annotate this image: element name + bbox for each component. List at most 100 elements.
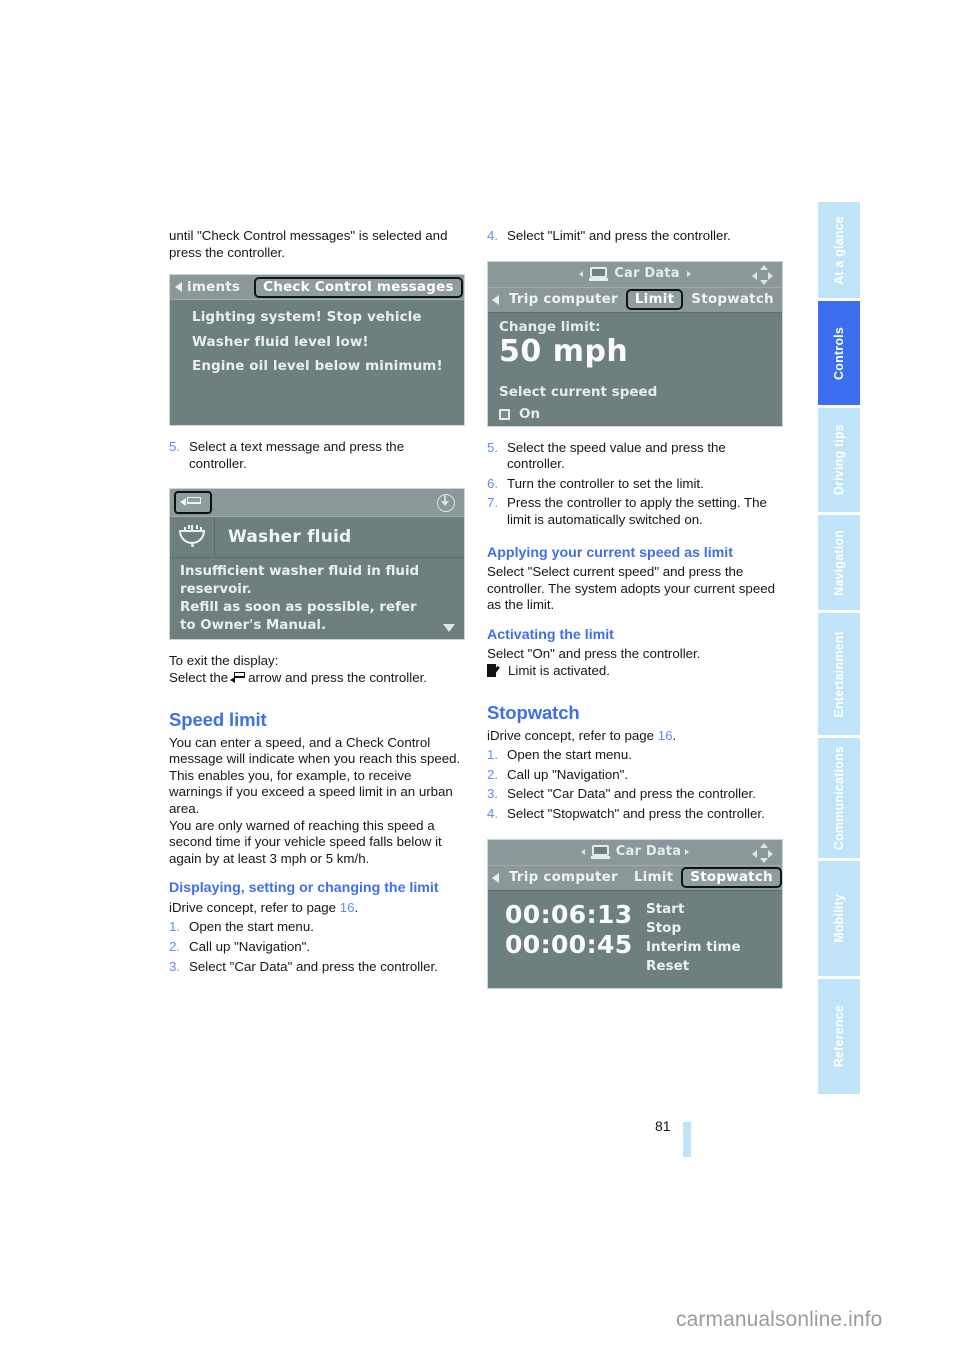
limit-value[interactable]: 50 mph (499, 334, 782, 370)
sidebar-item-navigation[interactable]: Navigation (818, 515, 860, 610)
stopwatch-interim-time: 00:00:45 (505, 929, 633, 959)
step-number: 3. (169, 958, 181, 974)
step-text: Select the speed value and press the con… (507, 439, 726, 472)
list-item: 6. Turn the controller to set the limit. (487, 476, 783, 493)
check-control-message-list: Lighting system! Stop vehicle Washer flu… (170, 300, 464, 426)
step-number: 3. (487, 786, 499, 802)
subsection-displaying-setting-limit: Displaying, setting or changing the limi… (169, 880, 439, 897)
right-column: 4. Select "Limit" and press the controll… (487, 228, 783, 989)
tab-stopwatch[interactable]: Stopwatch (681, 867, 782, 888)
triangle-left-small-icon[interactable] (580, 849, 585, 855)
sidebar-item-at-a-glance[interactable]: At a glance (818, 202, 860, 298)
scroll-down-icon[interactable] (443, 624, 455, 633)
message-line: Insufficient washer fluid in fluid (180, 564, 420, 580)
sidebar-item-controls[interactable]: Controls (818, 301, 860, 405)
sidebar-item-label: Driving tips (831, 424, 846, 496)
sidebar-item-communications[interactable]: Communications (818, 738, 860, 858)
exit-note-line1: To exit the display: (169, 653, 279, 669)
list-item: 4. Select "Stopwatch" and press the cont… (487, 806, 783, 823)
list-item: 1. Open the start menu. (487, 747, 783, 764)
step-list-stopwatch: 1. Open the start menu. 2. Call up "Navi… (487, 747, 783, 822)
triangle-right-small-icon[interactable] (685, 849, 690, 855)
sidebar-item-reference[interactable]: Reference (818, 979, 860, 1094)
triangle-right-small-icon[interactable] (686, 271, 691, 278)
idrive-note-post: . (354, 899, 359, 915)
activating-limit-body: Select "On" and press the controller. (487, 646, 701, 662)
download-circle-icon[interactable] (437, 493, 455, 512)
on-label[interactable]: On (519, 406, 540, 423)
washer-fluid-detail: Washer fluid Insufficient washer fluid i… (170, 517, 464, 640)
list-item[interactable]: Engine oil level below minimum! (192, 358, 464, 375)
step-text: Open the start menu. (507, 747, 632, 763)
sidebar-item-entertainment[interactable]: Entertainment (818, 613, 860, 735)
screenshot-car-data-limit: Car Data Trip computer Limit Stopwatch C… (487, 260, 783, 427)
message-line: reservoir. (180, 582, 252, 598)
step-text: Select "Stopwatch" and press the control… (507, 805, 765, 821)
tab-limit[interactable]: Limit (626, 869, 681, 886)
tab-stopwatch[interactable]: Stopwatch (683, 291, 782, 308)
tab-truncated-label[interactable]: iments (182, 279, 248, 296)
select-current-speed-label[interactable]: Select current speed (499, 384, 782, 401)
message-line: Refill as soon as possible, refer (180, 600, 417, 616)
page-reference-link[interactable]: 16 (658, 728, 673, 743)
idrive-note-pre: iDrive concept, refer to page (487, 727, 655, 743)
list-item: 3. Select "Car Data" and press the contr… (169, 959, 465, 976)
idrive-titlebar: Car Data (488, 261, 782, 288)
step-list-567: 5. Select the speed value and press the … (487, 440, 783, 529)
back-arrow-button-icon[interactable] (174, 491, 212, 515)
idrive-concept-note: iDrive concept, refer to page 16. (487, 728, 783, 745)
idrive-note-post: . (672, 727, 677, 743)
triangle-left-small-icon[interactable] (579, 271, 584, 278)
change-limit-label: Change limit: (499, 318, 601, 335)
sidebar-item-label: Mobility (831, 894, 846, 943)
on-toggle-row[interactable]: On (499, 406, 782, 423)
sidebar-item-mobility[interactable]: Mobility (818, 861, 860, 976)
menu-item-start[interactable]: Start (646, 900, 782, 919)
limit-panel: Change limit: 50 mph Select current spee… (488, 312, 782, 426)
tab-trip-computer[interactable]: Trip computer (501, 869, 626, 886)
nav-arrows-icon[interactable] (752, 264, 774, 285)
menu-item-reset[interactable]: Reset (646, 957, 782, 976)
stopwatch-times: 00:06:13 00:00:45 (488, 900, 646, 988)
step-text: Select "Car Data" and press the controll… (507, 786, 756, 802)
status-badge: Limit is activated. (508, 662, 610, 678)
page-reference-link[interactable]: 16 (340, 900, 355, 915)
step-text: Select a text message and press the cont… (189, 439, 405, 471)
screen-title: Car Data (614, 265, 680, 281)
step-number: 1. (487, 747, 499, 763)
step-text: Turn the controller to set the limit. (507, 475, 704, 491)
exit-note-pre: Select the (169, 669, 229, 685)
back-arrow-icon (230, 671, 246, 683)
step-number: 4. (487, 228, 499, 243)
step-number: 4. (487, 805, 499, 821)
watermark: carmanualsonline.info (676, 1308, 883, 1331)
triangle-left-icon[interactable] (492, 872, 499, 883)
list-item: 2. Call up "Navigation". (169, 939, 465, 956)
computer-monitor-icon (590, 844, 610, 860)
tab-trip-computer[interactable]: Trip computer (501, 291, 626, 308)
step-list-4: 4. Select "Limit" and press the controll… (487, 228, 783, 245)
nav-arrows-icon[interactable] (752, 842, 774, 863)
step-text: Open the start menu. (189, 919, 314, 935)
menu-item-interim-time[interactable]: Interim time (646, 938, 782, 957)
tab-check-control-messages[interactable]: Check Control messages (254, 276, 463, 298)
step-number: 5. (169, 439, 181, 455)
activating-limit-status: Limit is activated. (487, 663, 783, 680)
step-text: Select "Limit" and press the controller. (507, 228, 731, 243)
list-item[interactable]: Washer fluid level low! (192, 334, 464, 351)
menu-item-stop[interactable]: Stop (646, 919, 782, 938)
screenshot-check-control-messages: iments Check Control messages Lighting s… (169, 274, 465, 427)
list-item[interactable]: Lighting system! Stop vehicle (192, 309, 464, 326)
triangle-left-icon[interactable] (175, 282, 182, 293)
sidebar-item-driving-tips[interactable]: Driving tips (818, 408, 860, 512)
step-text: Press the controller to apply the settin… (507, 495, 767, 527)
stopwatch-menu: Start Stop Interim time Reset (646, 900, 782, 988)
applying-current-speed-body: Select "Select current speed" and press … (487, 564, 775, 613)
triangle-left-icon[interactable] (492, 294, 499, 305)
checkbox-icon[interactable] (499, 408, 510, 420)
sidebar-item-label: Reference (831, 1005, 846, 1068)
figure-code: MINI18 BMW (779, 952, 782, 982)
idrive-note-pre: iDrive concept, refer to page (169, 899, 337, 915)
tab-limit[interactable]: Limit (625, 289, 684, 311)
step-number: 7. (487, 495, 499, 511)
